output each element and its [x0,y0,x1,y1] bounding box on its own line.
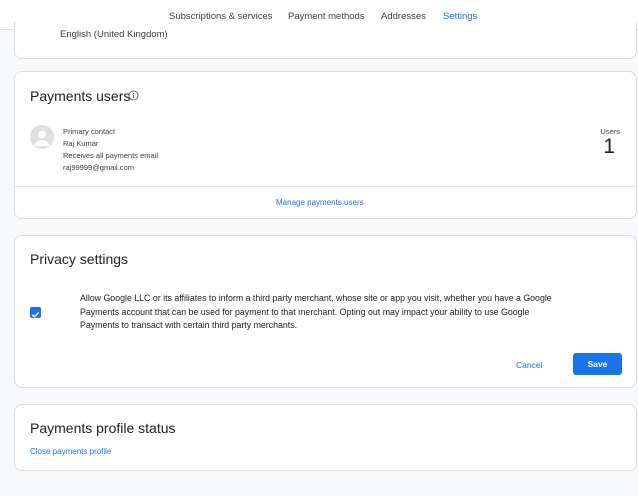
contact-note: Receives all payments email [63,151,159,160]
tab-settings[interactable]: Settings [443,11,477,22]
privacy-description: Allow Google LLC or its affiliates to in… [80,292,620,333]
save-button[interactable]: Save [573,353,622,375]
close-payments-profile-link[interactable]: Close payments profile [30,447,111,456]
privacy-line: Allow Google LLC or its affiliates to in… [80,293,552,303]
person-icon [34,130,50,146]
contact-email: raj99999@gmail.com [63,163,134,172]
checkmark-icon [31,311,40,318]
language-value: English (United Kingdom) [60,29,168,40]
info-icon[interactable] [128,90,139,101]
language-card: English (United Kingdom) [14,22,637,59]
tab-addresses[interactable]: Addresses [381,11,426,22]
tab-payment-methods[interactable]: Payment methods [288,11,365,22]
tab-subscriptions-services[interactable]: Subscriptions & services [169,11,272,22]
contact-name: Raj Kumar [63,139,99,148]
privacy-checkbox[interactable] [30,307,41,318]
privacy-line: Payments account that can be used for pa… [80,306,530,317]
manage-payments-users-link[interactable]: Manage payments users [276,198,364,207]
cancel-button[interactable]: Cancel [516,360,542,370]
privacy-settings-title: Privacy settings [30,251,129,267]
avatar [30,125,54,149]
privacy-settings-card: Privacy settings Allow Google LLC or its… [14,235,637,388]
privacy-line: Payments to transact with certain third … [80,320,298,330]
users-count: 1 [603,135,615,158]
payments-profile-status-title: Payments profile status [30,420,176,436]
payments-profile-status-card: Payments profile status Close payments p… [14,404,637,471]
payments-users-title: Payments users [30,88,131,104]
payments-users-card: Payments users Primary contact Raj Kumar… [14,71,637,219]
contact-role: Primary contact [63,127,116,136]
divider [15,186,636,187]
